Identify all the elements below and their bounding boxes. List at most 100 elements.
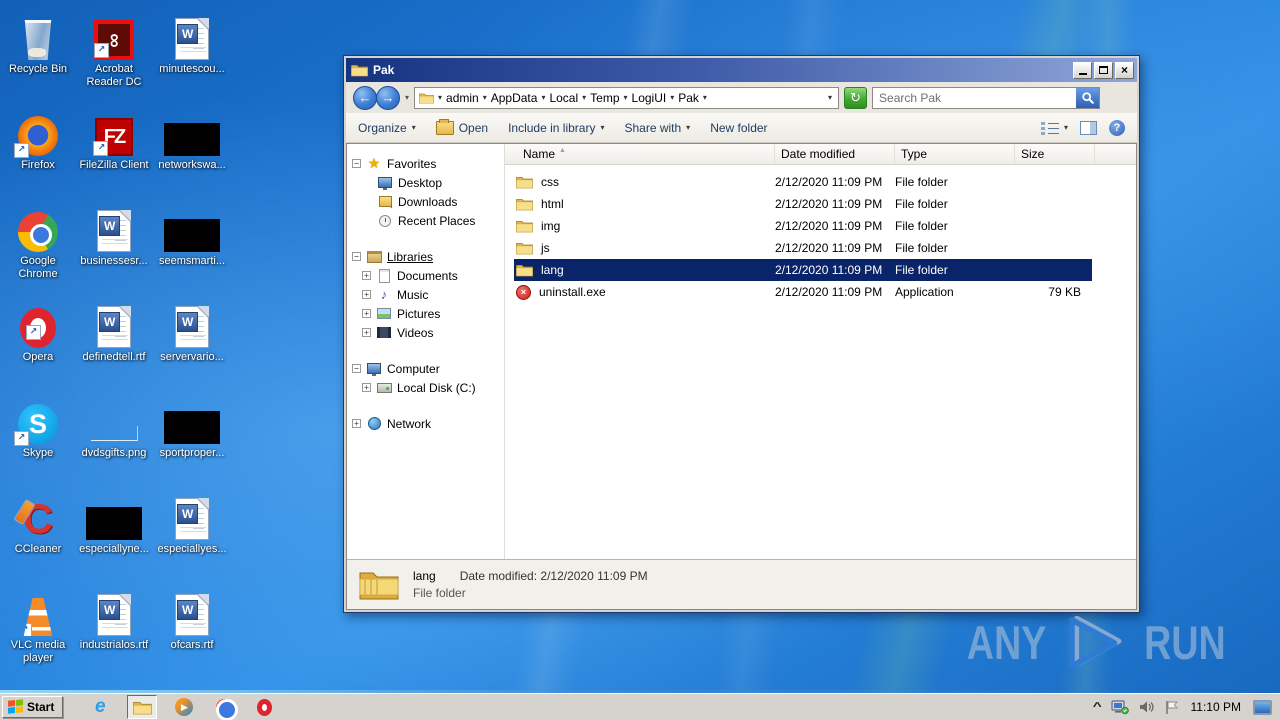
refresh-button[interactable]: ↻: [844, 86, 868, 109]
desktop-icon-industrialos[interactable]: industrialos.rtf: [76, 584, 152, 680]
expand-icon[interactable]: +: [362, 271, 371, 280]
taskbar-media-player-button[interactable]: ▶: [171, 695, 197, 719]
desktop-icon-sportproper[interactable]: sportproper...: [152, 392, 232, 488]
desktop-icon-servervario[interactable]: servervario...: [152, 296, 232, 392]
minimize-button[interactable]: [1073, 61, 1092, 79]
file-row-html[interactable]: html 2/12/2020 11:09 PM File folder: [514, 193, 1092, 215]
show-desktop-monitor-icon[interactable]: [1253, 699, 1272, 715]
back-button[interactable]: ←: [353, 85, 377, 110]
breadcrumb-separator-icon[interactable]: ▾: [539, 93, 547, 102]
breadcrumb-logiui[interactable]: LogiUI: [632, 91, 667, 105]
preview-pane-icon[interactable]: [1080, 120, 1097, 135]
breadcrumb-appdata[interactable]: AppData: [491, 91, 538, 105]
title-bar[interactable]: Pak ×: [346, 58, 1137, 82]
breadcrumb-separator-icon[interactable]: ▾: [436, 93, 444, 102]
expand-icon[interactable]: +: [352, 419, 361, 428]
nav-network[interactable]: + Network: [347, 414, 504, 433]
breadcrumb-admin[interactable]: admin: [446, 91, 479, 105]
desktop-icon-firefox[interactable]: Firefox: [0, 104, 76, 200]
desktop-icon-seemsmarti[interactable]: seemsmarti...: [152, 200, 232, 296]
expand-icon[interactable]: +: [362, 290, 371, 299]
desktop-icon-dvdsgifts[interactable]: dvdsgifts.png: [76, 392, 152, 488]
nav-computer[interactable]: − Computer: [347, 359, 504, 378]
address-bar[interactable]: ▾ admin ▾ AppData ▾ Local ▾ Temp ▾ LogiU…: [414, 86, 840, 109]
details-pane: lang Date modified: 2/12/2020 11:09 PM F…: [347, 559, 1136, 609]
collapse-icon[interactable]: −: [352, 364, 361, 373]
taskbar-clock[interactable]: 11:10 PM: [1189, 700, 1243, 714]
taskbar-explorer-button-active[interactable]: [127, 695, 158, 719]
breadcrumb-separator-icon[interactable]: ▾: [580, 93, 588, 102]
nav-desktop[interactable]: Desktop: [347, 173, 504, 192]
breadcrumb-separator-icon[interactable]: ▾: [622, 93, 630, 102]
share-with-button[interactable]: Share with ▾: [624, 121, 690, 135]
black-thumbnail-icon: [164, 411, 220, 444]
column-header-name[interactable]: Name ▲: [505, 144, 775, 164]
taskbar-opera-button[interactable]: [251, 695, 277, 719]
collapse-icon[interactable]: −: [352, 159, 361, 168]
desktop-icon-acrobat[interactable]: ∞ Acrobat Reader DC: [76, 8, 152, 104]
forward-button[interactable]: →: [376, 85, 400, 110]
close-button[interactable]: ×: [1115, 61, 1134, 79]
collapse-icon[interactable]: −: [352, 252, 361, 261]
help-icon[interactable]: ?: [1109, 119, 1125, 136]
breadcrumb-pak[interactable]: Pak: [678, 91, 699, 105]
desktop-icon-networkswa[interactable]: networkswa...: [152, 104, 232, 200]
breadcrumb-separator-icon[interactable]: ▾: [668, 93, 676, 102]
desktop-icon-chrome[interactable]: Google Chrome: [0, 200, 76, 296]
breadcrumb-separator-icon[interactable]: ▾: [481, 93, 489, 102]
address-history-dropdown-icon[interactable]: ▾: [828, 93, 834, 102]
taskbar-internet-explorer-button[interactable]: e: [87, 695, 113, 719]
column-header-size[interactable]: Size: [1015, 144, 1095, 164]
recent-pages-dropdown-icon[interactable]: ▾: [405, 93, 409, 102]
ccleaner-icon: C: [22, 495, 54, 542]
taskbar-chrome-button[interactable]: [211, 695, 239, 720]
expand-icon[interactable]: +: [362, 309, 371, 318]
file-row-js[interactable]: js 2/12/2020 11:09 PM File folder: [514, 237, 1092, 259]
nav-pictures[interactable]: + Pictures: [347, 304, 504, 323]
show-hidden-icons-chevron[interactable]: ^: [1093, 701, 1102, 713]
desktop-icon-minutescou[interactable]: minutescou...: [152, 8, 232, 104]
search-button[interactable]: [1076, 87, 1100, 108]
desktop-icon-recycle-bin[interactable]: Recycle Bin: [0, 8, 76, 104]
desktop-icon-skype[interactable]: S Skype: [0, 392, 76, 488]
breadcrumb-separator-icon[interactable]: ▾: [701, 93, 709, 102]
file-row-img[interactable]: img 2/12/2020 11:09 PM File folder: [514, 215, 1092, 237]
expand-icon[interactable]: +: [362, 383, 371, 392]
file-row-uninstall-exe[interactable]: × uninstall.exe 2/12/2020 11:09 PM Applic…: [514, 281, 1092, 303]
new-folder-button[interactable]: New folder: [710, 121, 767, 135]
nav-recent-places[interactable]: Recent Places: [347, 211, 504, 230]
nav-downloads[interactable]: Downloads: [347, 192, 504, 211]
column-header-type[interactable]: Type: [895, 144, 1015, 164]
maximize-button[interactable]: [1094, 61, 1113, 79]
desktop-icon-filezilla[interactable]: FZ FileZilla Client: [76, 104, 152, 200]
desktop-icon-opera[interactable]: Opera: [0, 296, 76, 392]
nav-documents[interactable]: + Documents: [347, 266, 504, 285]
file-row-css[interactable]: css 2/12/2020 11:09 PM File folder: [514, 171, 1092, 193]
desktop-icon-ccleaner[interactable]: C CCleaner: [0, 488, 76, 584]
file-row-lang-selected[interactable]: lang 2/12/2020 11:09 PM File folder: [514, 259, 1092, 281]
desktop-icon-ofcars[interactable]: ofcars.rtf: [152, 584, 232, 680]
nav-music[interactable]: + ♪ Music: [347, 285, 504, 304]
desktop-icon-especiallyes[interactable]: especiallyes...: [152, 488, 232, 584]
start-button[interactable]: Start: [2, 696, 64, 718]
breadcrumb-temp[interactable]: Temp: [590, 91, 619, 105]
include-in-library-button[interactable]: Include in library ▾: [508, 121, 604, 135]
open-button[interactable]: Open: [435, 118, 488, 135]
desktop-icon-definedtell[interactable]: definedtell.rtf: [76, 296, 152, 392]
desktop-icon-businessesr[interactable]: businessesr...: [76, 200, 152, 296]
nav-videos[interactable]: + Videos: [347, 323, 504, 342]
nav-libraries[interactable]: − Libraries: [347, 247, 504, 266]
volume-tray-icon[interactable]: [1139, 700, 1155, 714]
breadcrumb-local[interactable]: Local: [549, 91, 578, 105]
organize-button[interactable]: Organize ▾: [358, 121, 416, 135]
search-input[interactable]: [873, 90, 1077, 105]
column-header-date-modified[interactable]: Date modified: [775, 144, 895, 164]
nav-local-disk-c[interactable]: + Local Disk (C:): [347, 378, 504, 397]
expand-icon[interactable]: +: [362, 328, 371, 337]
desktop-icon-vlc[interactable]: VLC media player: [0, 584, 76, 680]
desktop-icon-especiallyne[interactable]: especiallyne...: [76, 488, 152, 584]
network-status-tray-icon[interactable]: [1111, 700, 1129, 715]
action-center-flag-icon[interactable]: [1165, 700, 1179, 715]
change-view-button[interactable]: ▾: [1040, 121, 1068, 134]
nav-favorites[interactable]: − ★ Favorites: [347, 154, 504, 173]
